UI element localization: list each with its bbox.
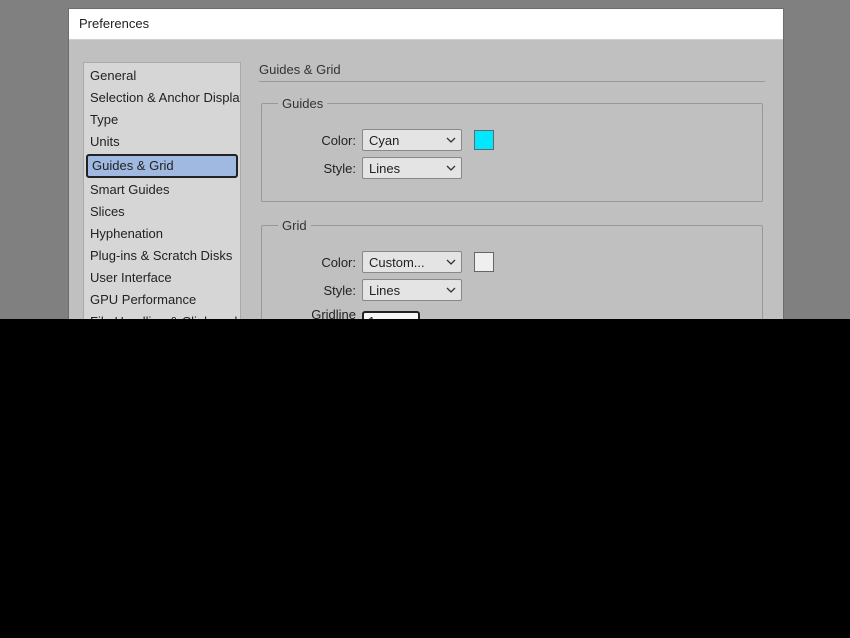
sidebar-item-plugins-scratch-disks[interactable]: Plug-ins & Scratch Disks [84,245,240,267]
grid-color-label: Color: [278,255,356,270]
sidebar-item-type[interactable]: Type [84,109,240,131]
sidebar-item-smart-guides[interactable]: Smart Guides [84,179,240,201]
grid-style-label: Style: [278,283,356,298]
sidebar-item-general[interactable]: General [84,65,240,87]
guides-style-value: Lines [369,161,400,176]
guides-style-dropdown[interactable]: Lines [362,157,462,179]
lower-mask [0,319,850,638]
grid-color-value: Custom... [369,255,425,270]
chevron-down-icon [446,165,456,171]
page-title: Guides & Grid [259,62,765,82]
chevron-down-icon [446,137,456,143]
guides-style-label: Style: [278,161,356,176]
sidebar-item-selection-anchor-display[interactable]: Selection & Anchor Display [84,87,240,109]
guides-color-value: Cyan [369,133,399,148]
grid-legend: Grid [278,218,311,233]
chevron-down-icon [446,287,456,293]
guides-group: Guides Color: Cyan Style: Lines [261,96,763,202]
grid-style-value: Lines [369,283,400,298]
sidebar-item-user-interface[interactable]: User Interface [84,267,240,289]
dialog-title: Preferences [69,9,783,40]
sidebar-item-guides-grid[interactable]: Guides & Grid [86,154,238,178]
sidebar-item-gpu-performance[interactable]: GPU Performance [84,289,240,311]
grid-style-dropdown[interactable]: Lines [362,279,462,301]
chevron-down-icon [446,259,456,265]
guides-color-swatch[interactable] [474,130,494,150]
guides-color-label: Color: [278,133,356,148]
sidebar-item-hyphenation[interactable]: Hyphenation [84,223,240,245]
sidebar-item-units[interactable]: Units [84,131,240,153]
guides-color-dropdown[interactable]: Cyan [362,129,462,151]
dialog-title-text: Preferences [79,16,149,31]
guides-legend: Guides [278,96,327,111]
sidebar-item-slices[interactable]: Slices [84,201,240,223]
grid-color-dropdown[interactable]: Custom... [362,251,462,273]
grid-color-swatch[interactable] [474,252,494,272]
